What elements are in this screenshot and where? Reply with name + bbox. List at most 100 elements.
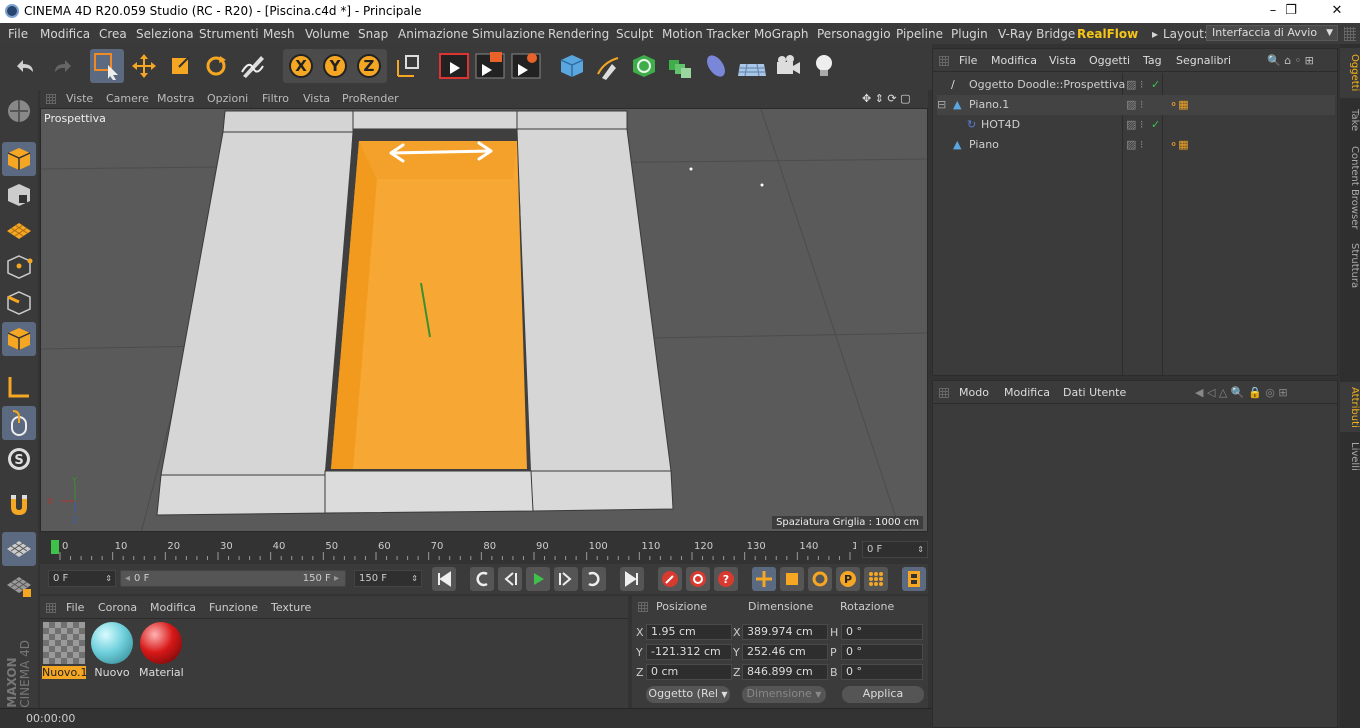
attribute-menu-dati-utente[interactable]: Dati Utente [1063,386,1126,399]
menu-pipeline[interactable]: Pipeline [896,27,943,41]
menu-mesh[interactable]: Mesh [263,27,295,41]
spline-pen-button[interactable] [591,49,625,83]
next-frame-button[interactable] [554,567,578,591]
tree-collapse-icon[interactable]: ⊟ [937,98,946,111]
tab-oggetti[interactable]: Oggetti [1340,48,1360,98]
tweak-mode-button[interactable] [2,406,36,440]
doodle-tool-button[interactable] [236,49,270,83]
menu-seleziona[interactable]: Seleziona [136,27,194,41]
render-settings-icon[interactable] [510,50,542,82]
timeline-ruler[interactable]: 0 10 20 30 40 50 60 70 80 90 100 110 120 130 140 150 [48,538,856,560]
viewport-menu-mostra[interactable]: Mostra [157,92,195,105]
menu-modifica[interactable]: Modifica [40,27,90,41]
points-mode-button[interactable] [2,250,36,284]
axis-mode-button[interactable] [2,370,36,404]
object-menu-segnalibri[interactable]: Segnalibri [1176,54,1231,67]
object-menu-modifica[interactable]: Modifica [991,54,1037,67]
current-frame-field[interactable]: 0 F ⇕ [862,541,928,558]
material-menu-funzione[interactable]: Funzione [209,601,258,614]
menu-motion-tracker[interactable]: Motion Tracker [662,27,750,41]
render-view-icon[interactable] [438,50,470,82]
cube-object-button[interactable] [555,49,589,83]
dimension-z-field[interactable]: 846.899 cm [742,664,828,680]
material-menu-file[interactable]: File [66,601,84,614]
attribute-navigation-icons[interactable]: ◀ ◁ △ 🔍 🔒 ◎ ⊞ [1195,386,1288,399]
floor-scene-button[interactable] [735,49,769,83]
rotation-h-field[interactable]: 0 ° [841,624,923,640]
go-to-end-button[interactable] [620,567,644,591]
viewport-navigate-icons[interactable]: ✥ ⇕ ⟳ ▢ [862,92,911,105]
tab-struttura[interactable]: Struttura [1340,240,1360,292]
attribute-menu-modo[interactable]: Modo [959,386,989,399]
keyframe-selection-button[interactable]: ? [714,567,738,591]
visibility-toggle-icon[interactable]: ▨ ⁝ [1126,78,1143,91]
workplane-mode-button[interactable] [2,214,36,248]
previous-key-button[interactable] [470,567,494,591]
enabled-check-icon[interactable]: ✓ [1151,78,1160,91]
tab-livelli[interactable]: Livelli [1340,436,1360,476]
locked-workplane-button[interactable] [2,568,36,602]
dimension-x-field[interactable]: 389.974 cm [742,624,828,640]
object-menu-vista[interactable]: Vista [1049,54,1076,67]
position-y-field[interactable]: -121.312 cm [646,644,732,660]
timeline[interactable]: 0 10 20 30 40 50 60 70 80 90 100 110 120 130 140 150 0 … [40,536,928,564]
material-menu-modifica[interactable]: Modifica [150,601,196,614]
frame-range-slider[interactable]: ◂ 0 F 150 F ▸ [120,570,346,587]
workplane-snap-button[interactable] [2,532,36,566]
dimension-mode-select[interactable]: Dimensione ▼ [742,686,826,703]
axis-y-button[interactable]: Y [322,53,348,79]
move-tool-button[interactable] [127,49,161,83]
object-row-piano-1[interactable]: ⊟ ▲ Piano.1 ▨ ⁝ ⚬▦ [937,95,1335,115]
camera-button[interactable] [771,49,805,83]
attribute-menu-modifica[interactable]: Modifica [1004,386,1050,399]
close-button[interactable]: ✕ [1314,0,1360,23]
object-menu-oggetti[interactable]: Oggetti [1089,54,1130,67]
menu-snap[interactable]: Snap [358,27,388,41]
coordinate-system-button[interactable] [391,49,425,83]
menu-plugin[interactable]: Plugin [951,27,988,41]
deformer-button[interactable] [699,49,733,83]
edges-mode-button[interactable] [2,286,36,320]
viewport-menu-camere[interactable]: Camere [106,92,149,105]
menu-sculpt[interactable]: Sculpt [616,27,653,41]
perspective-viewport[interactable]: Y X Z Prospettiva Spaziatura Griglia : 1… [40,108,928,532]
menu-file[interactable]: File [8,27,28,41]
playhead[interactable] [51,540,59,554]
apply-button[interactable]: Applica [842,686,924,703]
key-pla-button[interactable] [864,567,888,591]
texture-tag-icon[interactable]: ⚬▦ [1169,138,1189,151]
viewport-menu-vista[interactable]: Vista [303,92,330,105]
make-editable-button[interactable] [2,94,36,128]
menu-strumenti[interactable]: Strumenti [199,27,259,41]
viewport-menu-prorender[interactable]: ProRender [342,92,399,105]
key-rotation-button[interactable] [808,567,832,591]
maximize-button[interactable]: ❐ [1268,0,1314,23]
position-x-field[interactable]: 1.95 cm [646,624,732,640]
key-scale-button[interactable] [780,567,804,591]
tab-attributi[interactable]: Attributi [1340,382,1360,432]
object-manager-tools-icons[interactable]: 🔍 ⌂ ◦ ⊞ [1267,54,1314,67]
timeline-window-button[interactable] [902,567,926,591]
menu-realflow[interactable]: RealFlow [1077,27,1138,41]
menu-crea[interactable]: Crea [99,27,127,41]
rotate-tool-button[interactable] [199,49,233,83]
material-menu-texture[interactable]: Texture [271,601,311,614]
rotation-p-field[interactable]: 0 ° [841,644,923,660]
array-generator-button[interactable] [663,49,697,83]
material-menu-corona[interactable]: Corona [98,601,137,614]
viewport-menu-viste[interactable]: Viste [66,92,93,105]
viewport-menu-opzioni[interactable]: Opzioni [207,92,248,105]
dimension-y-field[interactable]: 252.46 cm [742,644,828,660]
auto-keying-button[interactable] [686,567,710,591]
undo-button[interactable] [8,49,42,83]
previous-frame-button[interactable] [498,567,522,591]
menu-mograph[interactable]: MoGraph [754,27,809,41]
material-nuovo-1[interactable]: Nuovo.1 [42,622,86,679]
solo-mode-button[interactable]: S [2,442,36,476]
object-row-doodle[interactable]: ∕ Oggetto Doodle::Prospettiva ▨ ⁝ ✓ [937,75,1335,95]
menu-rendering[interactable]: Rendering [548,27,609,41]
object-row-piano[interactable]: ▲ Piano ▨ ⁝ ⚬▦ [937,135,1335,155]
subdivision-surface-button[interactable] [627,49,661,83]
record-keys-button[interactable] [658,567,682,591]
axis-z-button[interactable]: Z [356,53,382,79]
